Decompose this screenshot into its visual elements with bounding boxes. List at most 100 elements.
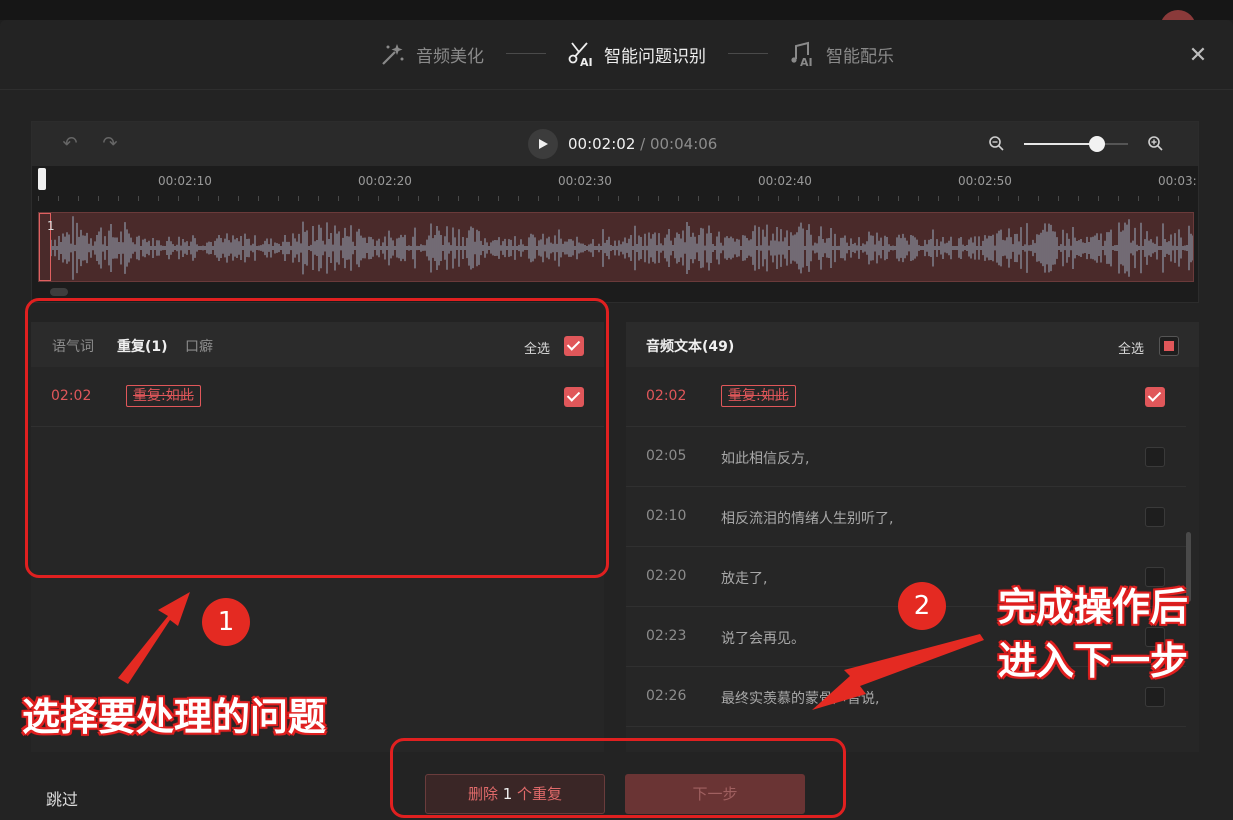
row-checkbox[interactable] xyxy=(1145,507,1165,527)
ruler-minor-tick xyxy=(98,196,99,201)
row-time: 02:05 xyxy=(646,448,687,464)
ruler-minor-tick xyxy=(58,196,59,201)
close-icon[interactable]: ✕ xyxy=(1186,44,1210,68)
annotation-text-2b: 进入下一步 xyxy=(997,638,1189,684)
ruler-label: 00:03: xyxy=(1158,174,1197,188)
undo-icon[interactable]: ↶ xyxy=(60,134,80,154)
step-connector xyxy=(728,53,768,54)
ruler-minor-tick xyxy=(858,196,859,201)
row-checkbox[interactable] xyxy=(1145,687,1165,707)
ruler-label: 00:02:10 xyxy=(158,174,212,188)
zoom-slider-knob[interactable] xyxy=(1088,136,1105,152)
row-time: 02:26 xyxy=(646,688,687,704)
waveform-graphic xyxy=(50,216,1193,280)
ruler-minor-tick xyxy=(798,196,799,201)
player-toolbar: ↶ ↷ 00:02:02 / 00:04:06 xyxy=(32,122,1198,166)
ruler-minor-tick xyxy=(118,196,119,201)
transcript-row[interactable]: 02:10 相反流泪的情绪人生别听了, xyxy=(626,487,1186,547)
clip-label: 1 xyxy=(47,219,55,233)
time-separator: / xyxy=(635,135,650,153)
svg-text:AI: AI xyxy=(580,56,593,67)
ruler-minor-tick xyxy=(338,196,339,201)
audio-waveform[interactable]: 1 xyxy=(38,212,1194,282)
ruler-minor-tick xyxy=(1018,196,1019,201)
ai-music-note-icon: AI xyxy=(790,41,816,67)
ruler-minor-tick xyxy=(1038,196,1039,201)
time-display: 00:02:02 / 00:04:06 xyxy=(568,135,717,153)
ruler-label: 00:02:20 xyxy=(358,174,412,188)
redo-icon[interactable]: ↷ xyxy=(100,134,120,154)
timeline-scrollbar[interactable] xyxy=(50,288,68,296)
row-time: 02:02 xyxy=(646,388,687,404)
transcript-row[interactable]: 02:05 如此相信反方, xyxy=(626,427,1186,487)
row-checkbox[interactable] xyxy=(1145,447,1165,467)
annotation-marker-1: 1 xyxy=(202,598,250,646)
select-all-label: 全选 xyxy=(1118,342,1145,357)
background-window-strip xyxy=(0,0,1233,46)
ruler-minor-tick xyxy=(618,196,619,201)
ruler-minor-tick xyxy=(378,196,379,201)
ruler-minor-tick xyxy=(438,196,439,201)
row-text: 如此相信反方, xyxy=(721,451,810,467)
ruler-minor-tick xyxy=(898,196,899,201)
annotation-text-2a: 完成操作后 xyxy=(997,584,1189,630)
transcript-panel: 音频文本(49) 全选 02:02 重复:如此 02:05 如此相信反方, 02… xyxy=(626,322,1199,752)
magic-wand-icon xyxy=(380,41,406,67)
ruler-minor-tick xyxy=(998,196,999,201)
annotation-box-issues xyxy=(25,298,609,578)
ruler-minor-tick xyxy=(1158,196,1159,201)
ruler-minor-tick xyxy=(78,196,79,201)
ai-scissors-icon: AI xyxy=(568,41,594,67)
ruler-minor-tick xyxy=(38,196,39,201)
step-audio-beautify[interactable]: 音频美化 xyxy=(380,40,484,68)
transcript-panel-header: 音频文本(49) 全选 xyxy=(626,322,1199,367)
ruler-minor-tick xyxy=(218,196,219,201)
ruler-minor-tick xyxy=(578,196,579,201)
play-button[interactable] xyxy=(528,129,558,159)
ruler-minor-tick xyxy=(278,196,279,201)
ruler-minor-tick xyxy=(978,196,979,201)
ruler-minor-tick xyxy=(298,196,299,201)
ruler-minor-tick xyxy=(918,196,919,201)
ruler-minor-tick xyxy=(198,196,199,201)
row-checkbox[interactable] xyxy=(1145,387,1165,407)
ruler-minor-tick xyxy=(678,196,679,201)
row-text: 放走了, xyxy=(721,571,768,587)
zoom-slider[interactable] xyxy=(1024,136,1128,152)
ruler-minor-tick xyxy=(238,196,239,201)
ruler-minor-tick xyxy=(538,196,539,201)
ruler-minor-tick xyxy=(178,196,179,201)
ruler-minor-tick xyxy=(778,196,779,201)
timeline-ruler[interactable]: 00:02:10 00:02:20 00:02:30 00:02:40 00:0… xyxy=(32,166,1198,212)
step-smart-problem-recognition[interactable]: AI 智能问题识别 xyxy=(568,40,706,68)
ruler-label: 00:02:40 xyxy=(758,174,812,188)
total-time: 00:04:06 xyxy=(649,135,718,153)
step-smart-music[interactable]: AI 智能配乐 xyxy=(790,40,894,68)
play-icon xyxy=(539,139,548,149)
waveform-path xyxy=(50,216,1193,280)
annotation-marker-2: 2 xyxy=(898,582,946,630)
ruler-minor-tick xyxy=(318,196,319,201)
ruler-minor-tick xyxy=(1138,196,1139,201)
row-text: 最终实羡慕的蒙骨声音说, xyxy=(721,691,880,707)
transcript-row[interactable]: 02:02 重复:如此 xyxy=(626,367,1186,427)
ruler-minor-tick xyxy=(1078,196,1079,201)
skip-link[interactable]: 跳过 xyxy=(46,786,78,810)
transcript-title: 音频文本(49) xyxy=(646,339,735,355)
ruler-minor-tick xyxy=(878,196,879,201)
ruler-label: 00:02:50 xyxy=(958,174,1012,188)
ruler-minor-tick xyxy=(498,196,499,201)
playhead-handle[interactable] xyxy=(38,168,46,190)
ruler-minor-tick xyxy=(478,196,479,201)
ruler-minor-tick xyxy=(838,196,839,201)
ruler-minor-tick xyxy=(598,196,599,201)
zoom-in-icon[interactable] xyxy=(1146,134,1166,154)
ruler-minor-tick xyxy=(638,196,639,201)
zoom-out-icon[interactable] xyxy=(987,134,1007,154)
ruler-minor-tick xyxy=(698,196,699,201)
ruler-minor-tick xyxy=(398,196,399,201)
current-time: 00:02:02 xyxy=(568,135,636,153)
audio-player: ↶ ↷ 00:02:02 / 00:04:06 00:02:10 00:02:2… xyxy=(31,121,1199,303)
transcript-select-all-checkbox[interactable] xyxy=(1159,336,1179,356)
ruler-minor-tick xyxy=(558,196,559,201)
